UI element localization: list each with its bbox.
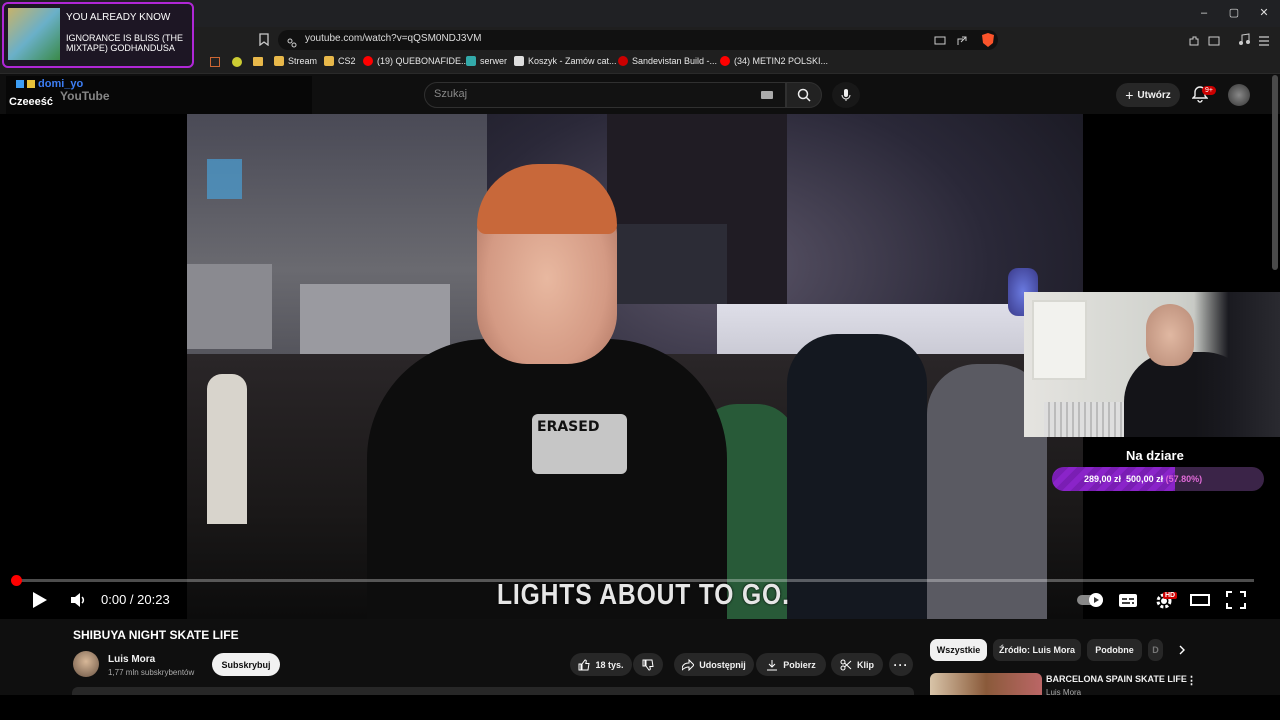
bookmark-favicon-icon[interactable] xyxy=(232,57,242,67)
keyboard-icon[interactable] xyxy=(761,91,773,99)
site-settings-icon[interactable] xyxy=(287,35,297,48)
share-icon xyxy=(682,658,695,671)
recommendation-thumbnail[interactable] xyxy=(930,673,1042,695)
bookmark-favicon-icon[interactable] xyxy=(210,57,220,67)
theater-mode-button[interactable] xyxy=(1189,590,1211,610)
webcam-overlay xyxy=(1024,292,1280,437)
minimize-button[interactable]: – xyxy=(1190,4,1218,22)
like-button[interactable]: 18 tys. xyxy=(570,653,632,676)
thumbs-up-icon xyxy=(578,658,591,670)
bookmark-icon[interactable] xyxy=(258,33,270,47)
more-icon: ··· xyxy=(893,657,909,672)
subtitles-button[interactable] xyxy=(1117,590,1139,610)
subscribe-button[interactable]: Subskrybuj xyxy=(212,653,280,676)
search-placeholder: Szukaj xyxy=(434,88,468,100)
youtube-icon xyxy=(720,56,730,66)
fullscreen-icon xyxy=(1226,591,1246,609)
badge-icon xyxy=(27,80,35,88)
chip-all[interactable]: Wszystkie xyxy=(930,639,987,661)
folder-icon xyxy=(324,56,334,66)
bookmark-metin2[interactable]: (34) METIN2 POLSKI... xyxy=(720,56,828,66)
volume-button[interactable] xyxy=(68,590,90,610)
thumbs-down-icon xyxy=(642,659,654,671)
progress-bar[interactable] xyxy=(12,579,1254,582)
clip-button[interactable]: Klip xyxy=(831,653,883,676)
folder-icon xyxy=(274,56,284,66)
server-icon xyxy=(466,56,476,66)
youtube-icon xyxy=(363,56,373,66)
cart-icon xyxy=(514,56,524,66)
volume-icon xyxy=(71,593,85,607)
plus-icon: + xyxy=(1125,87,1134,103)
scissors-icon xyxy=(840,659,852,670)
cast-icon[interactable] xyxy=(934,34,946,46)
play-icon xyxy=(33,592,47,608)
description-box[interactable] xyxy=(72,687,914,695)
search-input[interactable] xyxy=(424,82,786,108)
bookmark-quebonafide[interactable]: (19) QUEBONAFIDE... xyxy=(363,56,469,66)
donation-amounts: 289,00 zł 500,00 zł (57.80%) xyxy=(1084,474,1203,484)
album-art xyxy=(8,8,60,60)
close-button[interactable]: ✕ xyxy=(1250,4,1278,22)
channel-name[interactable]: Luis Mora xyxy=(108,654,155,665)
wallet-icon[interactable] xyxy=(1208,34,1220,46)
theater-icon xyxy=(1190,594,1210,606)
bookmark-cs2[interactable]: CS2 xyxy=(324,56,356,66)
bookmark-stream[interactable]: Stream xyxy=(274,56,317,66)
create-button[interactable]: + Utwórz xyxy=(1116,83,1180,107)
now-playing-artist: YOU ALREADY KNOW xyxy=(66,12,171,23)
chat-username: domi_yo xyxy=(16,78,83,90)
extensions-icon[interactable] xyxy=(1188,34,1200,46)
video-title: SHIBUYA NIGHT SKATE LIFE xyxy=(73,628,239,642)
channel-avatar[interactable] xyxy=(73,651,99,677)
search-button[interactable] xyxy=(786,82,822,108)
url-text: youtube.com/watch?v=qQSM0NDJ3VM xyxy=(305,33,482,44)
fullscreen-button[interactable] xyxy=(1225,590,1247,610)
video-frame[interactable]: ERASED xyxy=(187,114,1083,619)
chip-more[interactable]: D xyxy=(1148,639,1163,661)
menu-icon[interactable] xyxy=(1258,34,1270,46)
play-button[interactable] xyxy=(28,590,50,610)
more-actions-button[interactable]: ··· xyxy=(889,653,913,676)
voice-search-button[interactable] xyxy=(832,82,860,108)
bookmark-koszyk[interactable]: Koszyk - Zamów cat... xyxy=(514,56,617,66)
progress-scrubber[interactable] xyxy=(11,575,22,586)
hd-badge: HD xyxy=(1163,592,1178,599)
autoplay-toggle[interactable] xyxy=(1076,590,1106,610)
microphone-icon xyxy=(841,89,851,101)
shirt-logo-text: ERASED xyxy=(537,419,600,435)
captions-icon xyxy=(1119,594,1137,607)
bookmark-sandevistan[interactable]: Sandevistan Build -... xyxy=(618,56,717,66)
youtube-logo[interactable]: YouTube xyxy=(60,89,110,103)
dislike-button[interactable] xyxy=(633,653,663,676)
chevron-right-icon[interactable] xyxy=(1176,643,1188,657)
donation-goal-title: Na dziare xyxy=(1126,448,1184,463)
now-playing-title: IGNORANCE IS BLISS (THE MIXTAPE) GODHAND… xyxy=(66,33,184,53)
share-icon[interactable] xyxy=(956,34,968,46)
search-icon xyxy=(797,88,811,102)
subscriber-count: 1,77 mln subskrybentów xyxy=(108,668,195,677)
favicon-icon xyxy=(618,56,628,66)
notification-badge: 9+ xyxy=(1202,86,1216,95)
avatar[interactable] xyxy=(1228,84,1250,106)
toggle-icon xyxy=(1077,593,1103,607)
chat-message: Czeeeść xyxy=(9,96,54,108)
bookmark-serwer[interactable]: serwer xyxy=(466,56,507,66)
brave-shield-icon[interactable] xyxy=(980,32,996,48)
time-display: 0:00 / 20:23 xyxy=(101,592,170,607)
download-button[interactable]: Pobierz xyxy=(756,653,826,676)
recommendation-title[interactable]: BARCELONA SPAIN SKATE LIFE xyxy=(1046,674,1187,684)
folder-icon[interactable] xyxy=(253,57,263,66)
share-button[interactable]: Udostępnij xyxy=(674,653,754,676)
chip-from-channel[interactable]: Źródło: Luis Mora xyxy=(993,639,1081,661)
scrollbar[interactable] xyxy=(1272,75,1278,270)
chip-related[interactable]: Podobne xyxy=(1087,639,1142,661)
badge-icon xyxy=(16,80,24,88)
download-icon xyxy=(767,659,778,670)
more-vert-icon[interactable]: ⋮ xyxy=(1186,674,1197,687)
taskbar-area xyxy=(0,695,1280,720)
media-icon[interactable] xyxy=(1238,33,1250,46)
video-subtitle: LIGHTS ABOUT TO GO. xyxy=(497,579,790,611)
maximize-button[interactable]: ▢ xyxy=(1220,4,1248,22)
